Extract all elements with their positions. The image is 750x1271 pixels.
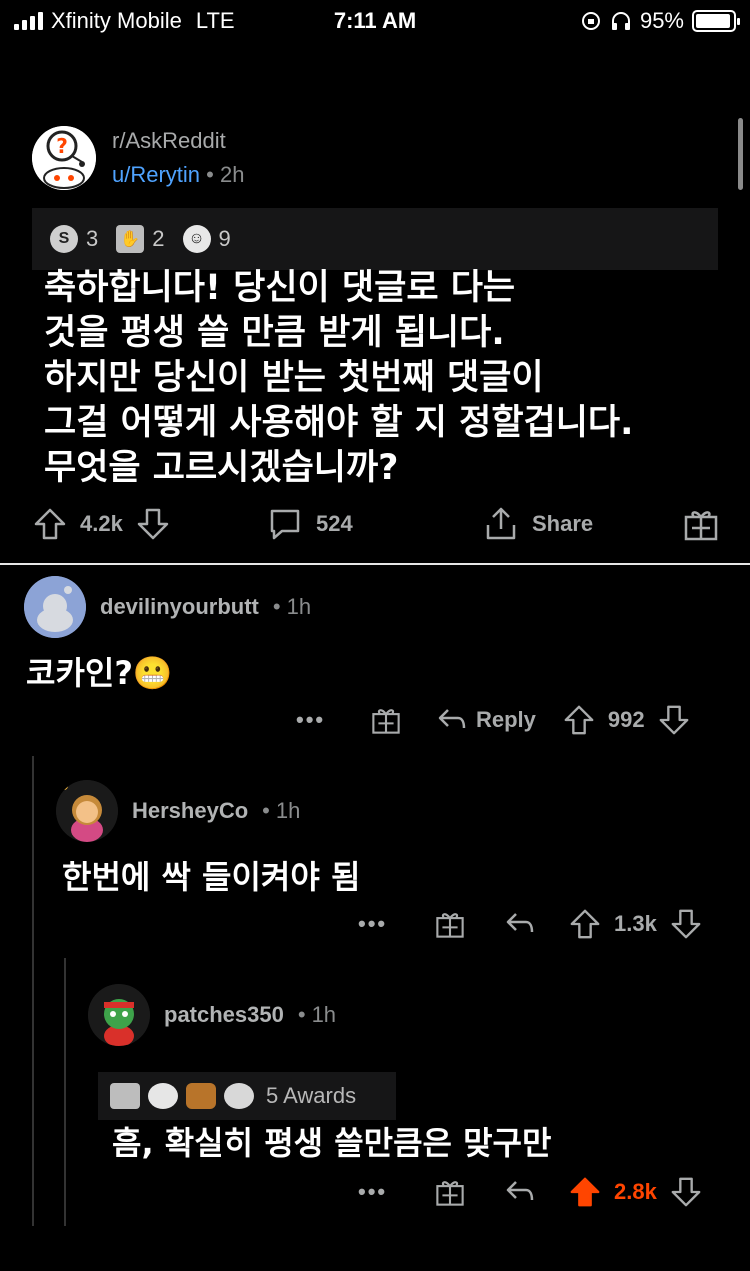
- upvote-icon[interactable]: [562, 703, 596, 737]
- downvote-icon[interactable]: [669, 1175, 703, 1209]
- comment-header: patches350 • 1h: [88, 984, 336, 1046]
- award-count: 9: [218, 226, 231, 251]
- comment-action-bar: ••• Reply 992: [296, 700, 691, 740]
- downvote-icon[interactable]: [135, 506, 171, 542]
- comment-score: 1.3k: [614, 911, 657, 936]
- snoo-avatar-icon: [24, 576, 86, 638]
- downvote-icon[interactable]: [657, 703, 691, 737]
- thread-line[interactable]: [64, 958, 66, 1226]
- comment-author[interactable]: patches350: [164, 1002, 284, 1028]
- post-title[interactable]: 축하합니다! 당신이 댓글로 다는 것을 평생 쓸 만큼 받게 됩니다. 하지만…: [44, 266, 734, 491]
- post-line: 것을 평생 쓸 만큼 받게 됩니다.: [44, 313, 505, 353]
- more-options-icon[interactable]: •••: [296, 707, 336, 733]
- meta-separator: •: [206, 162, 214, 187]
- orientation-lock-icon: [581, 12, 600, 30]
- comment-header: devilinyourbutt • 1h: [24, 576, 311, 638]
- wholesome-award-icon: ☺: [182, 225, 211, 253]
- comment-body: 흠, 확실히 평생 쓸만큼은 맞구만: [112, 1124, 552, 1162]
- comments-button[interactable]: 524: [266, 502, 353, 546]
- post-line: 축하합니다! 당신이 댓글로 다는: [44, 268, 516, 308]
- user-avatar[interactable]: [88, 984, 150, 1046]
- comment-icon: [270, 509, 300, 540]
- award-count: 3: [86, 226, 99, 251]
- comment-header: HersheyCo • 1h: [56, 780, 300, 842]
- subreddit-name[interactable]: r/AskReddit: [112, 128, 244, 154]
- gift-icon: [684, 511, 718, 541]
- comment-body: 한번에 싹 들이켜야 됨: [62, 858, 361, 896]
- askreddit-snoo-icon: ?: [32, 126, 96, 190]
- share-button[interactable]: Share: [482, 502, 593, 546]
- share-label: Share: [532, 511, 594, 536]
- helpful-award-icon: ✋: [116, 225, 145, 253]
- gift-icon[interactable]: [434, 1176, 466, 1208]
- comment-action-bar: ••• 1.3k: [358, 904, 703, 944]
- post-author[interactable]: u/Rerytin: [112, 162, 200, 187]
- thread-line[interactable]: [32, 756, 34, 1226]
- comment-age: 1h: [311, 1002, 337, 1027]
- reply-icon[interactable]: [504, 1176, 536, 1208]
- award-silver: S 3: [50, 225, 98, 253]
- comment-score: 2.8k: [614, 1179, 657, 1204]
- reply-icon: [438, 709, 466, 729]
- helpful-award-icon: [110, 1083, 140, 1109]
- svg-text:?: ?: [56, 134, 68, 158]
- user-avatar[interactable]: [24, 576, 86, 638]
- award-button[interactable]: [682, 502, 720, 546]
- scrollbar[interactable]: [738, 118, 743, 190]
- award-wholesome: ☺ 9: [182, 225, 231, 253]
- meta-separator: •: [297, 1002, 306, 1027]
- post-line: 그걸 어떻게 사용해야 할 지 정할겁니다.: [44, 403, 634, 443]
- gift-icon[interactable]: [434, 908, 466, 940]
- comment-count: 524: [316, 511, 353, 536]
- upvote-icon[interactable]: [32, 506, 68, 542]
- post-action-bar: 4.2k 524 Share: [32, 502, 722, 546]
- comment-awards[interactable]: 5 Awards: [98, 1072, 396, 1120]
- upvote-icon[interactable]: [568, 907, 602, 941]
- comment-score: 992: [607, 707, 645, 732]
- snoo-avatar-icon: [88, 984, 150, 1046]
- award-count: 2: [152, 226, 165, 251]
- comment-author[interactable]: HersheyCo: [132, 798, 248, 824]
- comment-action-bar: ••• 2.8k: [358, 1172, 703, 1212]
- battery-percent: 95%: [639, 8, 684, 33]
- post-awards[interactable]: S 3 ✋ 2 ☺ 9: [32, 208, 718, 270]
- post-score: 4.2k: [80, 511, 123, 536]
- snoo-avatar-icon: [56, 780, 118, 842]
- downvote-icon[interactable]: [669, 907, 703, 941]
- reply-icon[interactable]: [504, 908, 536, 940]
- comment-author[interactable]: devilinyourbutt: [100, 594, 259, 620]
- post-age: 2h: [220, 162, 245, 187]
- post-line: 하지만 당신이 받는 첫번째 댓글이: [44, 358, 544, 398]
- more-options-icon[interactable]: •••: [358, 1179, 398, 1205]
- user-avatar[interactable]: [56, 780, 118, 842]
- upvote-active-icon[interactable]: [568, 1175, 602, 1209]
- wholesome-award-icon: [148, 1083, 178, 1109]
- reply-button[interactable]: Reply: [436, 704, 536, 736]
- snoo-award-icon: [224, 1083, 254, 1109]
- headphones-icon: [611, 12, 630, 30]
- share-icon: [486, 507, 516, 540]
- reply-label: Reply: [476, 707, 536, 732]
- meta-separator: •: [272, 594, 281, 619]
- silver-award-icon: S: [50, 225, 78, 253]
- section-divider: [0, 563, 750, 565]
- subreddit-avatar[interactable]: ?: [32, 126, 96, 190]
- gift-icon[interactable]: [370, 704, 402, 736]
- comment-age: 1h: [275, 798, 301, 823]
- awards-count-label: 5 Awards: [266, 1083, 357, 1108]
- post-line: 무엇을 고르시겠습니까?: [44, 448, 399, 488]
- award-helpful: ✋ 2: [116, 225, 165, 253]
- battery-icon: [692, 10, 740, 32]
- post-header: ? r/AskReddit u/Rerytin • 2h: [32, 126, 244, 190]
- status-bar: Xfinity Mobile LTE 7:11 AM 95%: [0, 0, 750, 42]
- post-vote: 4.2k: [32, 502, 171, 546]
- more-options-icon[interactable]: •••: [358, 911, 398, 937]
- comment-age: 1h: [286, 594, 312, 619]
- meta-separator: •: [262, 798, 270, 823]
- treasure-award-icon: [186, 1083, 216, 1109]
- comment-body: 코카인?😬: [26, 654, 173, 692]
